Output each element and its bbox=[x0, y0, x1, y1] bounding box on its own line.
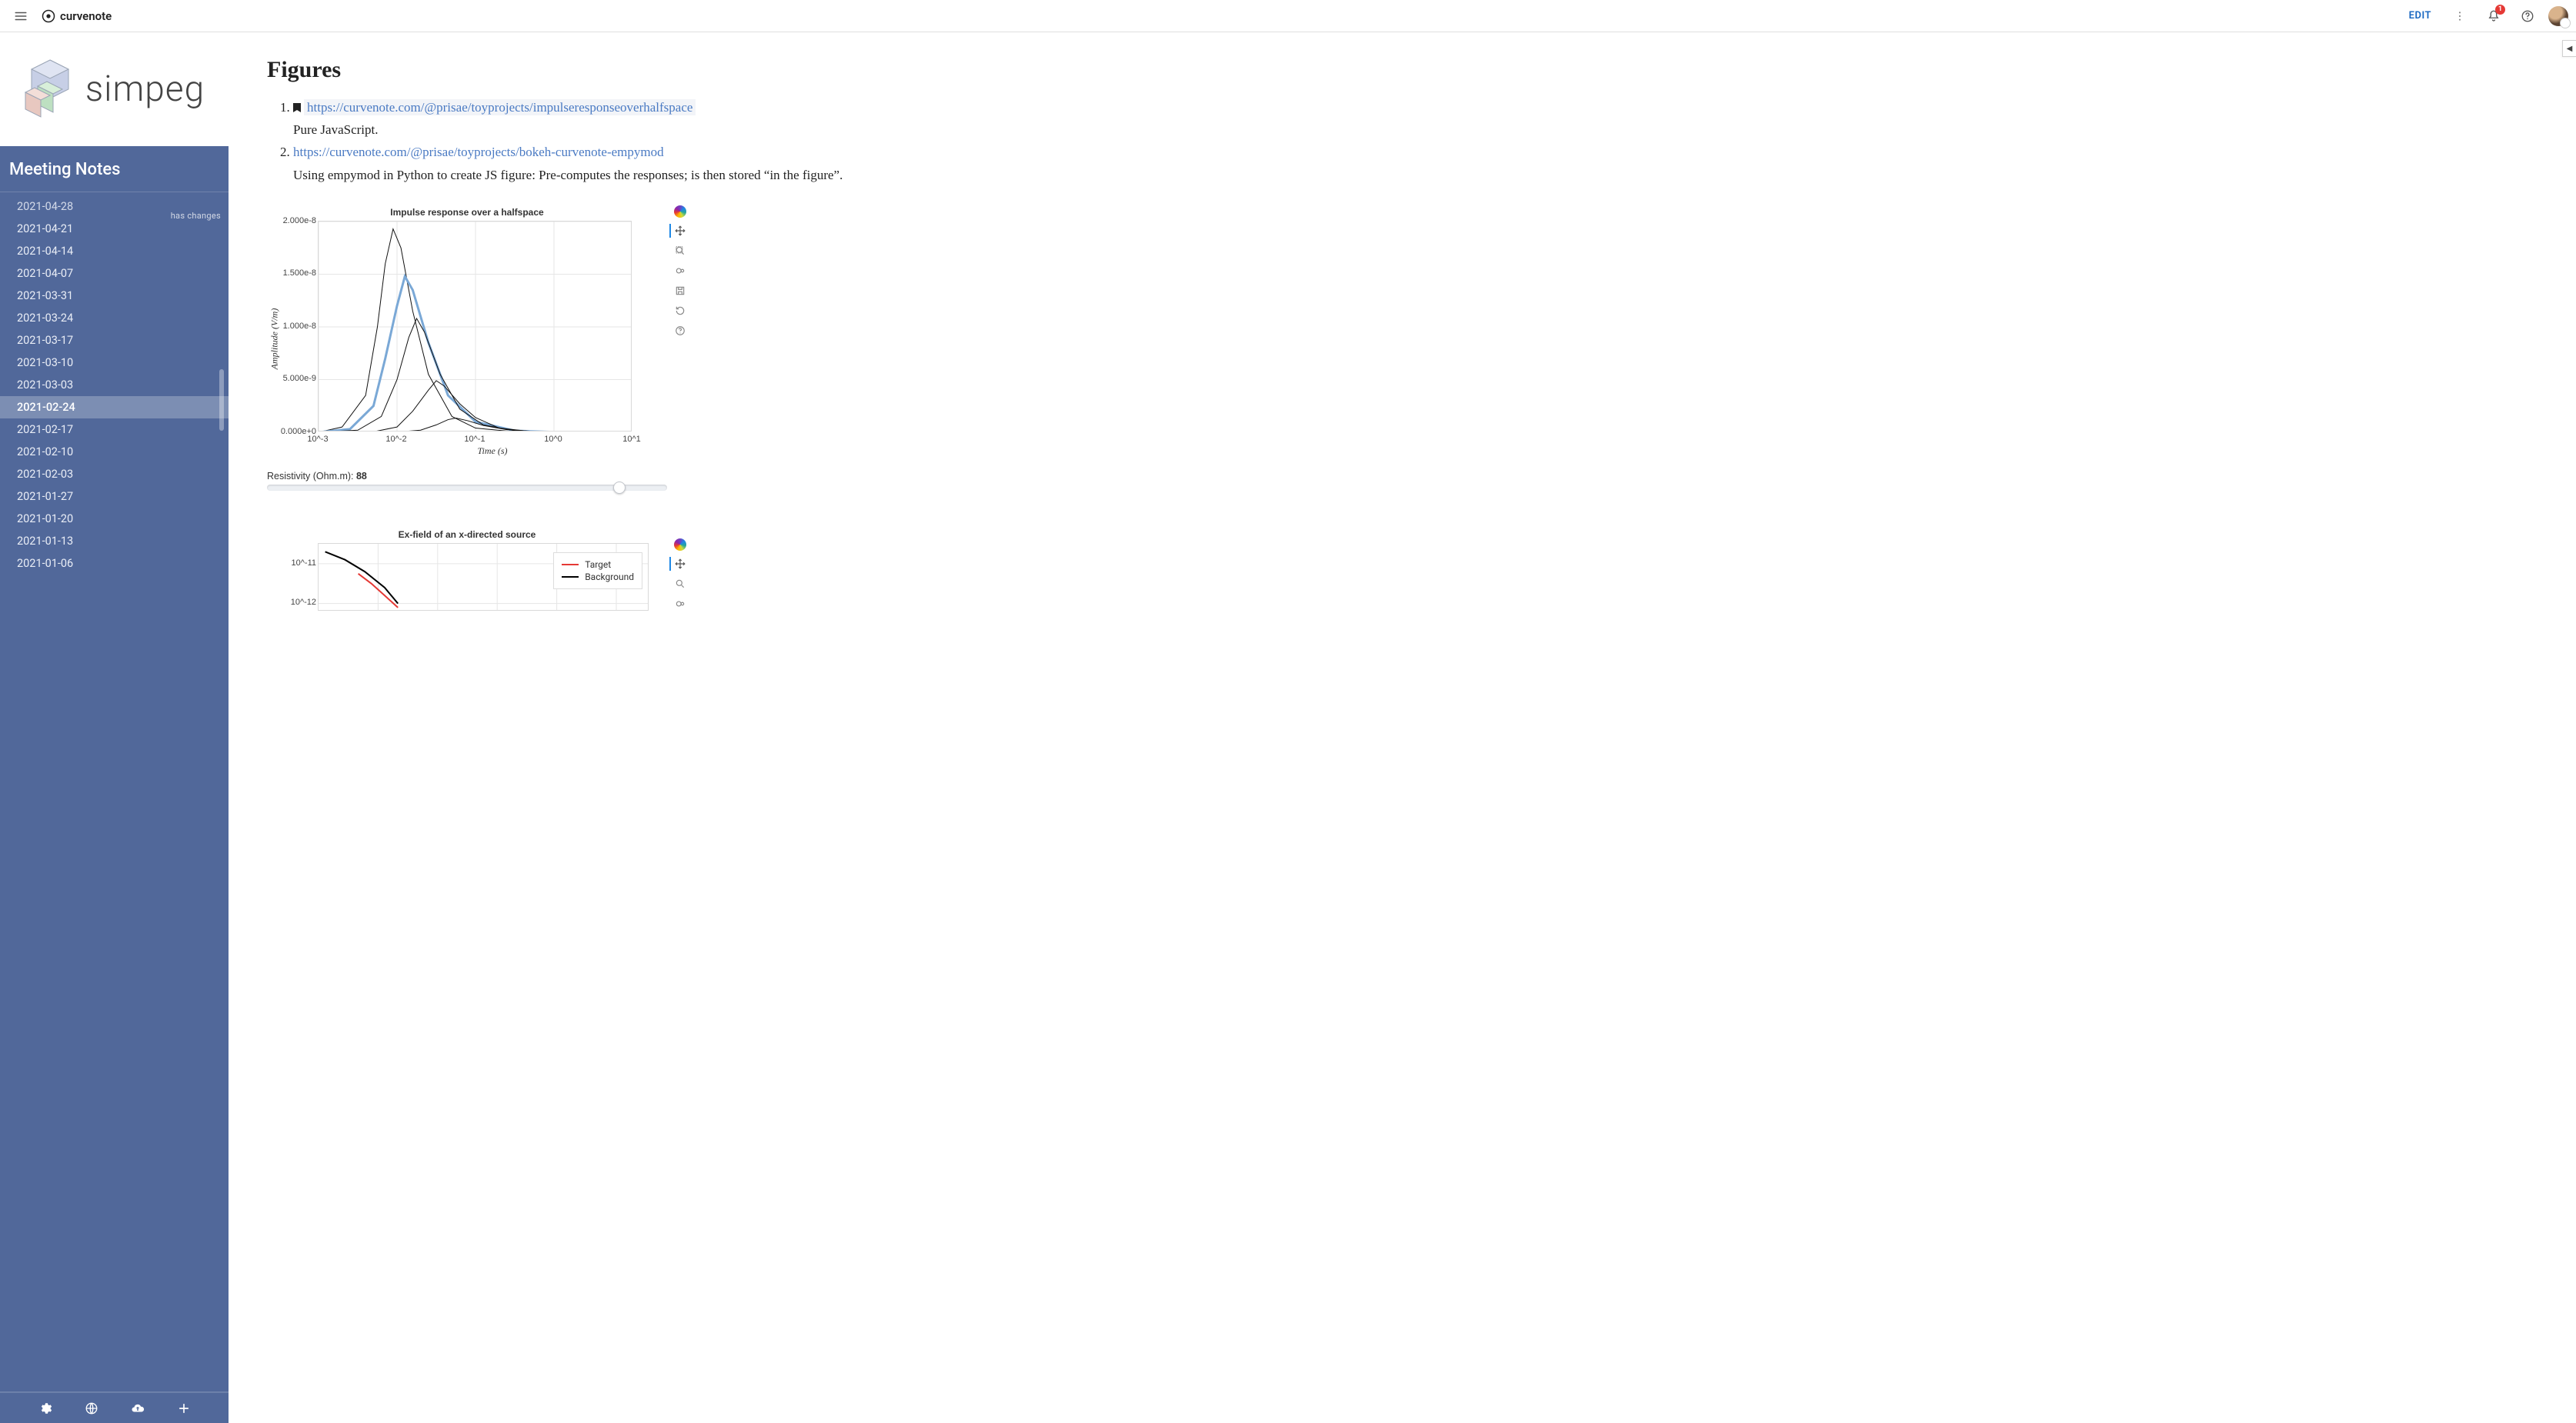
avatar[interactable] bbox=[2548, 6, 2568, 26]
more-icon[interactable] bbox=[2447, 3, 2473, 29]
notification-badge: 1 bbox=[2495, 5, 2505, 15]
project-logo-text: simpeg bbox=[85, 68, 205, 110]
sidebar-item-2021-04-07[interactable]: 2021-04-07 bbox=[0, 262, 229, 285]
bookmark-icon bbox=[293, 103, 301, 112]
sidebar-item-2021-01-27[interactable]: 2021-01-27 bbox=[0, 485, 229, 508]
page-title: Figures bbox=[267, 57, 883, 83]
sidebar-item-2021-03-17[interactable]: 2021-03-17 bbox=[0, 329, 229, 352]
sidebar-item-2021-02-03[interactable]: 2021-02-03 bbox=[0, 463, 229, 485]
topbar: curvenote EDIT 1 bbox=[0, 0, 2576, 32]
pan-icon[interactable] bbox=[673, 557, 687, 571]
figure-desc-2: Using empymod in Python to create JS fig… bbox=[293, 165, 883, 185]
box-zoom-icon[interactable] bbox=[673, 577, 687, 591]
figure-2: Ex-field of an x-directed source 10^-111… bbox=[267, 529, 667, 611]
wheel-zoom-icon[interactable] bbox=[673, 264, 687, 278]
main-content[interactable]: Figures https://curvenote.com/@prisae/to… bbox=[229, 32, 2576, 1423]
toolbar-help-icon[interactable] bbox=[673, 324, 687, 338]
sidebar-item-2021-02-24[interactable]: 2021-02-24 bbox=[0, 396, 229, 418]
help-icon[interactable] bbox=[2514, 3, 2541, 29]
sidebar-item-2021-01-13[interactable]: 2021-01-13 bbox=[0, 530, 229, 552]
menu-toggle[interactable] bbox=[8, 3, 34, 29]
figure-link-1[interactable]: https://curvenote.com/@prisae/toyproject… bbox=[304, 99, 696, 115]
reset-icon[interactable] bbox=[673, 304, 687, 318]
wheel-zoom-icon[interactable] bbox=[673, 597, 687, 611]
sidebar-item-2021-04-21[interactable]: 2021-04-21 bbox=[0, 218, 229, 240]
slider-value: 88 bbox=[356, 471, 367, 482]
slider-thumb[interactable] bbox=[613, 482, 626, 494]
sidebar-item-2021-04-28[interactable]: 2021-04-28 bbox=[0, 195, 229, 218]
save-icon[interactable] bbox=[673, 284, 687, 298]
brand-name: curvenote bbox=[60, 9, 112, 23]
figure-2-title: Ex-field of an x-directed source bbox=[267, 529, 667, 540]
box-zoom-icon[interactable] bbox=[673, 244, 687, 258]
sidebar-item-2021-01-20[interactable]: 2021-01-20 bbox=[0, 508, 229, 530]
figure-1-xlabel: Time (s) bbox=[318, 445, 667, 457]
figure-1-plot[interactable] bbox=[318, 221, 632, 432]
add-icon[interactable] bbox=[176, 1401, 192, 1416]
sidebar-item-2021-01-06[interactable]: 2021-01-06 bbox=[0, 552, 229, 575]
sidebar-title: Meeting Notes bbox=[0, 146, 229, 188]
notifications-icon[interactable]: 1 bbox=[2481, 3, 2507, 29]
sidebar-item-2021-02-17[interactable]: 2021-02-17 bbox=[0, 418, 229, 441]
figure-1-toolbar bbox=[673, 205, 687, 338]
figure-link-2[interactable]: https://curvenote.com/@prisae/toyproject… bbox=[293, 145, 664, 159]
figure-2-legend: Target Background bbox=[553, 552, 642, 589]
simpeg-cube-icon bbox=[24, 58, 78, 120]
resistivity-slider[interactable]: Resistivity (Ohm.m): 88 bbox=[267, 471, 667, 491]
pan-icon[interactable] bbox=[673, 224, 687, 238]
collapse-toggle[interactable]: ◀ bbox=[2562, 40, 2576, 57]
figure-1: Impulse response over a halfspace Amplit… bbox=[267, 207, 667, 491]
sidebar-item-2021-03-31[interactable]: 2021-03-31 bbox=[0, 285, 229, 307]
edit-button[interactable]: EDIT bbox=[2401, 5, 2439, 26]
slider-label: Resistivity (Ohm.m): bbox=[267, 471, 356, 482]
sidebar-footer bbox=[0, 1392, 229, 1423]
sidebar-item-2021-03-03[interactable]: 2021-03-03 bbox=[0, 374, 229, 396]
bokeh-logo-icon[interactable] bbox=[674, 538, 686, 551]
project-banner[interactable]: simpeg bbox=[0, 32, 229, 146]
sidebar-nav[interactable]: has changes 2021-04-282021-04-212021-04-… bbox=[0, 192, 229, 1388]
figure-2-toolbar bbox=[673, 538, 687, 611]
figure-link-list: https://curvenote.com/@prisae/toyproject… bbox=[293, 97, 883, 185]
settings-icon[interactable] bbox=[38, 1401, 53, 1416]
bokeh-logo-icon[interactable] bbox=[674, 205, 686, 218]
figure-1-title: Impulse response over a halfspace bbox=[267, 207, 667, 218]
brand-logo[interactable]: curvenote bbox=[42, 9, 112, 23]
figure-desc-1: Pure JavaScript. bbox=[293, 119, 883, 140]
sidebar-item-2021-03-24[interactable]: 2021-03-24 bbox=[0, 307, 229, 329]
public-icon[interactable] bbox=[84, 1401, 99, 1416]
sidebar: simpeg Meeting Notes has changes 2021-04… bbox=[0, 32, 229, 1423]
sidebar-item-2021-04-14[interactable]: 2021-04-14 bbox=[0, 240, 229, 262]
legend-background: Background bbox=[585, 572, 634, 582]
upload-icon[interactable] bbox=[130, 1401, 145, 1416]
sidebar-item-2021-02-10[interactable]: 2021-02-10 bbox=[0, 441, 229, 463]
sidebar-item-2021-03-10[interactable]: 2021-03-10 bbox=[0, 352, 229, 374]
legend-target: Target bbox=[585, 559, 611, 570]
